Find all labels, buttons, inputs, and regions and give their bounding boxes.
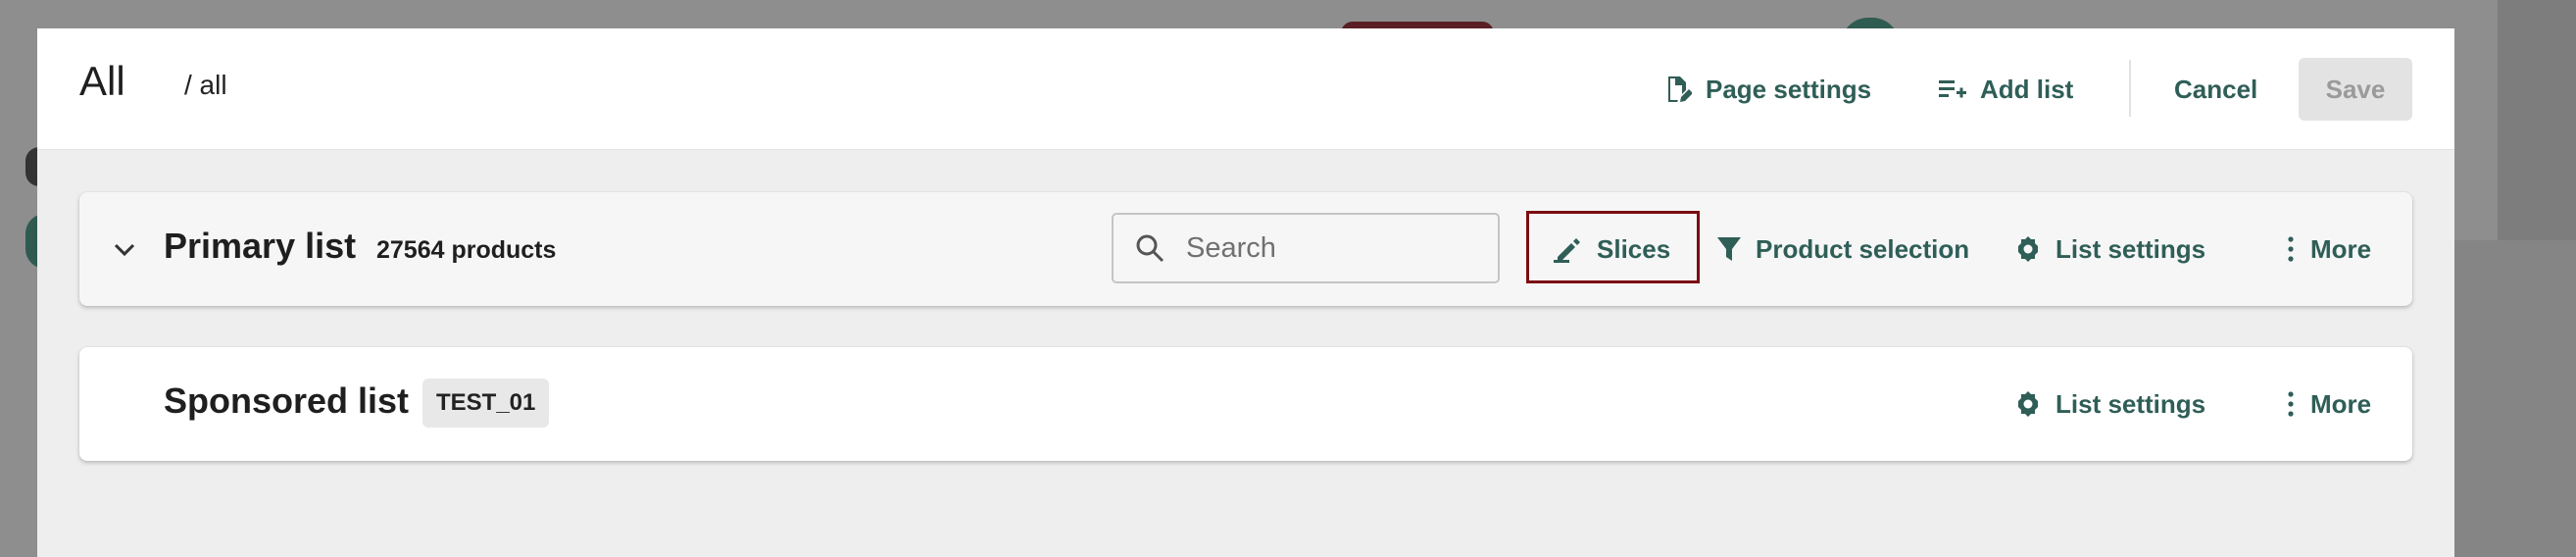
more-label: More xyxy=(2310,388,2372,419)
sponsored-list-title: Sponsored list xyxy=(164,380,410,421)
search-input[interactable] xyxy=(1186,231,1480,265)
add-list-icon xyxy=(1939,80,1966,98)
more-button[interactable]: More xyxy=(2285,229,2371,269)
more-label: More xyxy=(2310,233,2372,264)
more-button[interactable]: More xyxy=(2285,384,2371,424)
add-list-label: Add list xyxy=(1980,74,2074,104)
list-tag: TEST_01 xyxy=(422,379,550,428)
edit-page-modal: All / all Page settings Add list Cancel … xyxy=(37,28,2454,557)
add-list-button[interactable]: Add list xyxy=(1939,68,2073,111)
list-settings-button[interactable]: List settings xyxy=(2014,229,2205,269)
filter-icon xyxy=(1717,237,1741,261)
page-settings-button[interactable]: Page settings xyxy=(1664,68,1871,111)
gear-icon xyxy=(2018,236,2038,262)
gear-icon xyxy=(2018,391,2038,417)
more-vertical-icon xyxy=(2288,236,2294,262)
cancel-button[interactable]: Cancel xyxy=(2174,68,2257,111)
list-settings-label: List settings xyxy=(2056,233,2206,264)
header-divider xyxy=(2129,60,2131,117)
page-settings-label: Page settings xyxy=(1706,74,1872,104)
breadcrumb: / all xyxy=(184,70,227,100)
page-settings-icon xyxy=(1668,76,1692,102)
chevron-down-icon[interactable] xyxy=(111,235,138,263)
primary-list-title: Primary list xyxy=(164,226,357,266)
background-panel xyxy=(2454,240,2576,557)
search-icon xyxy=(1136,234,1164,263)
save-button[interactable]: Save xyxy=(2299,58,2412,121)
product-selection-button[interactable]: Product selection xyxy=(1716,229,1969,269)
slices-icon xyxy=(1554,238,1580,263)
more-vertical-icon xyxy=(2288,391,2294,417)
sponsored-list-card: Sponsored list TEST_01 List settings Mor… xyxy=(79,347,2412,461)
slices-label: Slices xyxy=(1597,233,1671,264)
list-settings-label: List settings xyxy=(2056,388,2206,419)
list-settings-button[interactable]: List settings xyxy=(2014,384,2205,424)
product-count: 27564 products xyxy=(376,236,557,264)
slices-button[interactable]: Slices xyxy=(1554,229,1670,269)
primary-list-card: Primary list 27564 products Slices Produ… xyxy=(79,192,2412,306)
search-field[interactable] xyxy=(1112,213,1500,283)
modal-header: All / all Page settings Add list Cancel … xyxy=(37,28,2454,150)
page-title: All xyxy=(79,58,125,104)
product-selection-label: Product selection xyxy=(1756,233,1970,264)
